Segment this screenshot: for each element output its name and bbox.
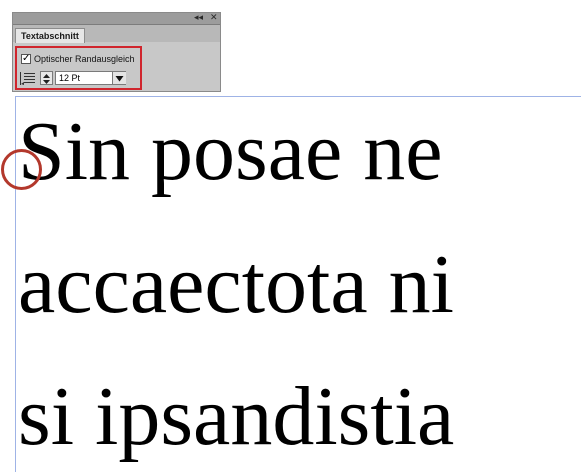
optical-margin-checkbox[interactable]: ✓: [21, 54, 31, 64]
story-panel: ◂◂ ✕ Textabschnitt ✓ Optischer Randausgl…: [12, 12, 221, 92]
optical-margin-label: Optischer Randausgleich: [34, 54, 135, 64]
collapse-icon[interactable]: ◂◂: [194, 13, 203, 24]
panel-titlebar[interactable]: ◂◂ ✕: [13, 13, 220, 25]
dropdown-arrow-icon: [115, 76, 124, 82]
close-icon[interactable]: ✕: [210, 13, 218, 24]
stepper-icon[interactable]: [40, 71, 53, 85]
stepper-arrows-icon: [43, 74, 50, 84]
text-line-2[interactable]: accaectota ni: [18, 243, 454, 327]
tab-textabschnitt[interactable]: Textabschnitt: [15, 28, 85, 43]
align-icon: [20, 72, 35, 85]
highlight-circle: [1, 149, 42, 190]
chevron-down-icon[interactable]: [112, 72, 126, 84]
text-line-3[interactable]: si ipsandistia: [18, 375, 454, 459]
margin-guide-horizontal: [15, 96, 581, 97]
text-line-1[interactable]: Sin posae ne: [18, 110, 443, 194]
